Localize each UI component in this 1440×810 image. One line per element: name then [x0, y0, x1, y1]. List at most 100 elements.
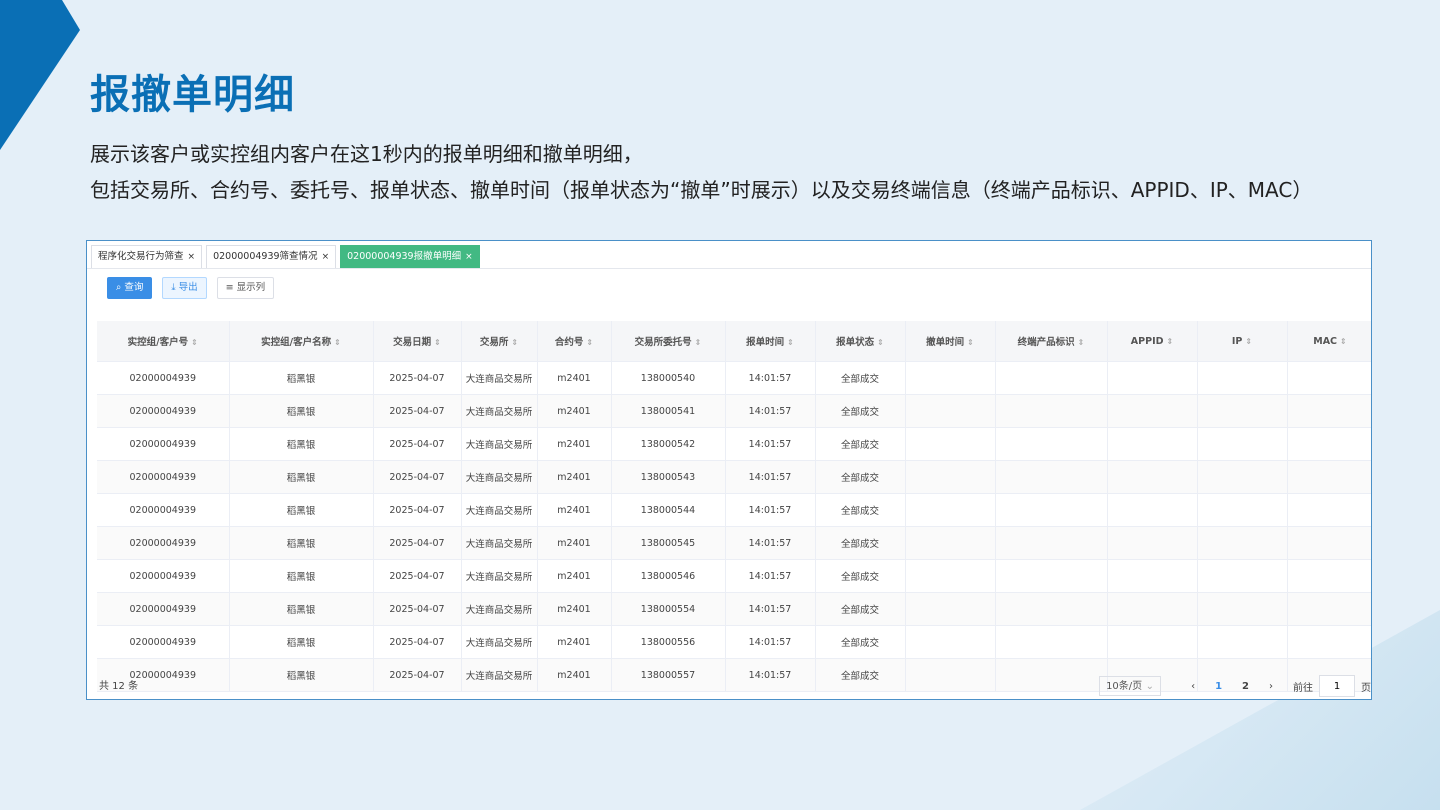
page-2-button[interactable]: 2: [1242, 681, 1249, 692]
show-columns-button[interactable]: ≡ 显示列: [216, 277, 275, 299]
table-cell: [995, 493, 1108, 527]
table-row[interactable]: 02000004939 稻黑银 2025-04-07 大连商品交易所 m2401 1380…: [97, 394, 1371, 428]
prev-page-icon[interactable]: ‹: [1191, 681, 1195, 692]
sort-icon[interactable]: ⇕: [967, 338, 974, 347]
table-cell: 138000543: [611, 460, 726, 494]
table-cell: 大连商品交易所: [461, 361, 538, 395]
table-cell: [1287, 394, 1371, 428]
table-cell: [1197, 592, 1288, 626]
tab-label: 02000004939筛查情况: [213, 251, 318, 262]
table-cell: 138000546: [611, 559, 726, 593]
sort-icon[interactable]: ⇕: [586, 338, 593, 347]
table-cell: 大连商品交易所: [461, 526, 538, 560]
column-header[interactable]: 撤单时间 ⇕: [905, 321, 996, 362]
table-cell: 14:01:57: [725, 625, 816, 659]
table-cell: [905, 460, 996, 494]
table-row[interactable]: 02000004939 稻黑银 2025-04-07 大连商品交易所 m2401 1380…: [97, 460, 1371, 494]
table-cell: [995, 460, 1108, 494]
table-cell: 138000556: [611, 625, 726, 659]
table-cell: 14:01:57: [725, 559, 816, 593]
table-cell: 稻黑银: [229, 592, 374, 626]
table-cell: [1287, 427, 1371, 461]
table-cell: [1287, 559, 1371, 593]
table-row[interactable]: 02000004939 稻黑银 2025-04-07 大连商品交易所 m2401 1380…: [97, 526, 1371, 560]
export-button[interactable]: ⤓ 导出: [162, 277, 207, 299]
sort-icon[interactable]: ⇕: [1340, 337, 1347, 346]
page-size-select[interactable]: 10条/页 ⌄: [1099, 676, 1162, 696]
table-cell: [1287, 625, 1371, 659]
column-header[interactable]: 终端产品标识 ⇕: [995, 321, 1108, 362]
goto-label: 前往: [1293, 682, 1313, 694]
column-header[interactable]: 报单状态 ⇕: [815, 321, 906, 362]
sort-icon[interactable]: ⇕: [511, 338, 518, 347]
table-cell: 14:01:57: [725, 526, 816, 560]
table-cell: m2401: [537, 526, 612, 560]
table-cell: m2401: [537, 460, 612, 494]
table-row[interactable]: 02000004939 稻黑银 2025-04-07 大连商品交易所 m2401 1380…: [97, 559, 1371, 593]
table-cell: 大连商品交易所: [461, 658, 538, 692]
column-header[interactable]: 交易所 ⇕: [461, 321, 538, 362]
table-cell: 2025-04-07: [373, 658, 462, 692]
column-header[interactable]: 实控组/客户号 ⇕: [97, 321, 230, 362]
table-cell: [905, 526, 996, 560]
table-cell: [995, 394, 1108, 428]
goto-page-input[interactable]: [1319, 675, 1355, 697]
tab-screening-status[interactable]: 02000004939筛查情况 ×: [206, 245, 337, 268]
column-header-label: MAC: [1313, 335, 1338, 347]
table-cell: [1107, 592, 1198, 626]
table-cell: 02000004939: [97, 625, 230, 659]
table-row[interactable]: 02000004939 稻黑银 2025-04-07 大连商品交易所 m2401 1380…: [97, 493, 1371, 527]
sort-icon[interactable]: ⇕: [1167, 337, 1174, 346]
table-cell: [1107, 394, 1198, 428]
column-header[interactable]: APPID ⇕: [1107, 321, 1198, 362]
column-header[interactable]: 合约号 ⇕: [537, 321, 612, 362]
column-header[interactable]: MAC ⇕: [1287, 321, 1371, 362]
column-header[interactable]: 交易所委托号 ⇕: [611, 321, 726, 362]
table-cell: 2025-04-07: [373, 625, 462, 659]
table-cell: 稻黑银: [229, 427, 374, 461]
sort-icon[interactable]: ⇕: [877, 338, 884, 347]
sort-icon[interactable]: ⇕: [334, 338, 341, 347]
close-icon[interactable]: ×: [322, 252, 330, 262]
next-page-icon[interactable]: ›: [1269, 681, 1273, 692]
table-cell: 14:01:57: [725, 493, 816, 527]
table-cell: 稻黑银: [229, 361, 374, 395]
page-1-button[interactable]: 1: [1215, 681, 1222, 692]
tab-screening[interactable]: 程序化交易行为筛查 ×: [91, 245, 203, 268]
close-icon[interactable]: ×: [188, 252, 196, 262]
table-cell: [1107, 526, 1198, 560]
column-header[interactable]: 交易日期 ⇕: [373, 321, 462, 362]
column-header[interactable]: 报单时间 ⇕: [725, 321, 816, 362]
sort-icon[interactable]: ⇕: [1245, 337, 1252, 346]
table-cell: 全部成交: [815, 493, 906, 527]
chevron-down-icon: ⌄: [1145, 681, 1155, 692]
column-header[interactable]: IP ⇕: [1197, 321, 1288, 362]
table-row[interactable]: 02000004939 稻黑银 2025-04-07 大连商品交易所 m2401 1380…: [97, 592, 1371, 626]
sort-icon[interactable]: ⇕: [1078, 338, 1085, 347]
sort-icon[interactable]: ⇕: [787, 338, 794, 347]
column-header-label: 报单状态: [836, 337, 875, 348]
table-cell: 大连商品交易所: [461, 559, 538, 593]
table-cell: 138000554: [611, 592, 726, 626]
table-row[interactable]: 02000004939 稻黑银 2025-04-07 大连商品交易所 m2401 1380…: [97, 625, 1371, 659]
table-cell: 02000004939: [97, 394, 230, 428]
query-button[interactable]: ⌕ 查询: [107, 277, 153, 299]
column-header[interactable]: 实控组/客户名称 ⇕: [229, 321, 374, 362]
tab-order-cancel-detail[interactable]: 02000004939报撤单明细 ×: [340, 245, 480, 268]
table-cell: [905, 361, 996, 395]
pagination: 10条/页 ⌄ ‹ 1 2 › 前往 页: [1099, 675, 1371, 697]
close-icon[interactable]: ×: [465, 252, 473, 262]
search-icon: ⌕: [116, 282, 122, 293]
table-cell: 02000004939: [97, 361, 230, 395]
table-row[interactable]: 02000004939 稻黑银 2025-04-07 大连商品交易所 m2401 1380…: [97, 427, 1371, 461]
sort-icon[interactable]: ⇕: [434, 338, 441, 347]
table-cell: 稻黑银: [229, 658, 374, 692]
table-header-row: 实控组/客户号 ⇕ 实控组/客户名称 ⇕ 交易日期 ⇕ 交易所 ⇕ 合约号 ⇕ 交易所委托号 ⇕ 报单时…: [97, 321, 1371, 362]
table-cell: 138000544: [611, 493, 726, 527]
table-cell: 2025-04-07: [373, 592, 462, 626]
table-cell: 2025-04-07: [373, 559, 462, 593]
table-cell: 138000541: [611, 394, 726, 428]
sort-icon[interactable]: ⇕: [191, 338, 198, 347]
sort-icon[interactable]: ⇕: [695, 338, 702, 347]
table-row[interactable]: 02000004939 稻黑银 2025-04-07 大连商品交易所 m2401 1380…: [97, 361, 1371, 395]
